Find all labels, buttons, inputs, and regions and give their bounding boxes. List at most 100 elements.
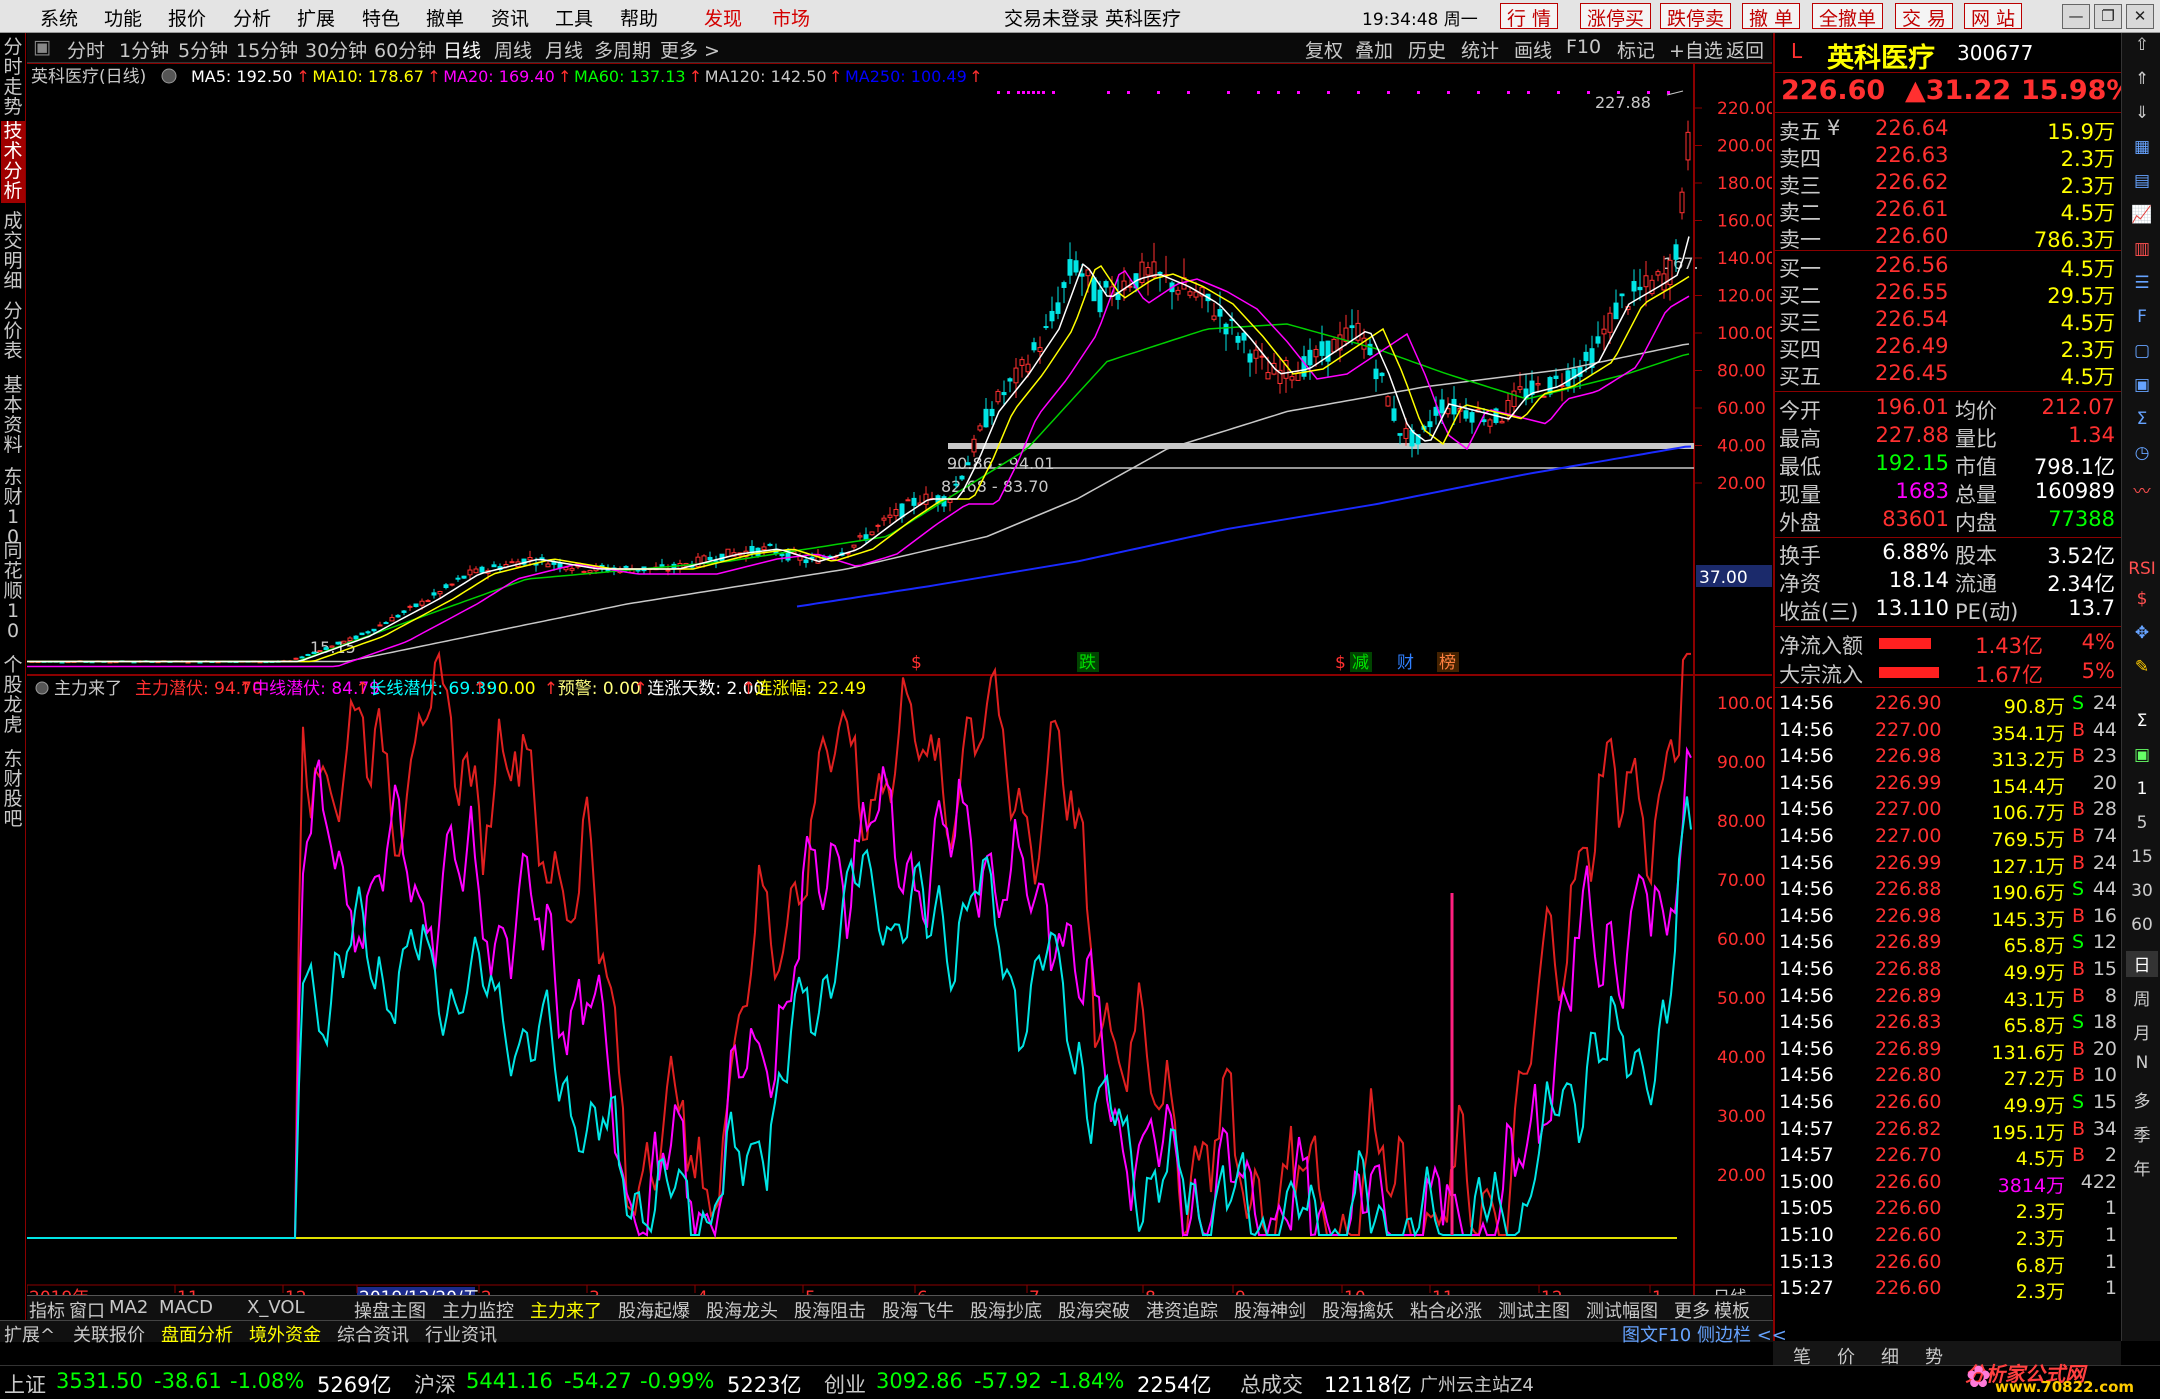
- tick-row[interactable]: 15:10 226.60 2.3万 1: [1775, 1224, 2121, 1250]
- tick-row[interactable]: 15:05 226.60 2.3万 1: [1775, 1197, 2121, 1223]
- tick-row[interactable]: 15:27 226.60 2.3万 1: [1775, 1277, 2121, 1303]
- tab-guba[interactable]: 东财股吧: [1, 749, 25, 831]
- period-weekly[interactable]: 周线: [494, 36, 532, 63]
- period-n[interactable]: N: [2126, 1053, 2158, 1079]
- website-button[interactable]: 网 站: [1964, 3, 2023, 30]
- limit-down-sell-button[interactable]: 跌停卖: [1660, 3, 1732, 30]
- tick-row[interactable]: 14:56 226.90 90.8万 S 24: [1775, 692, 2121, 718]
- ma-settings-icon[interactable]: [161, 68, 177, 84]
- period-60[interactable]: 60: [2126, 915, 2158, 941]
- period-quarter[interactable]: 季: [2126, 1121, 2158, 1147]
- tick-row[interactable]: 14:56 227.00 769.5万 B 74: [1775, 825, 2121, 851]
- menu-tools[interactable]: 工具: [555, 4, 593, 31]
- minimize-icon[interactable]: —: [2062, 4, 2090, 29]
- menu-quotes[interactable]: 报价: [168, 4, 206, 31]
- extension-tab[interactable]: 关联报价: [73, 1321, 145, 1347]
- period-60min[interactable]: 60分钟: [374, 36, 436, 63]
- restore-icon[interactable]: ❐: [2094, 4, 2122, 29]
- tick-row[interactable]: 14:56 227.00 354.1万 B 44: [1775, 719, 2121, 745]
- period-1-icon[interactable]: 1: [2126, 779, 2158, 805]
- tick-row[interactable]: 14:56 226.83 65.8万 S 18: [1775, 1011, 2121, 1037]
- history-button[interactable]: 历史: [1408, 36, 1446, 63]
- period-1min[interactable]: 1分钟: [119, 36, 169, 63]
- indicator-settings-icon[interactable]: [35, 681, 49, 695]
- formula-icon[interactable]: Σ: [2126, 409, 2158, 435]
- draw-button[interactable]: 画线: [1514, 36, 1552, 63]
- arrow-up-icon[interactable]: ⇧: [2126, 35, 2158, 61]
- cancel-all-button[interactable]: 全撤单: [1812, 3, 1884, 30]
- tab-dragon-tiger[interactable]: 个股龙虎: [1, 655, 25, 737]
- tick-row[interactable]: 14:56 226.89 65.8万 S 12: [1775, 931, 2121, 957]
- period-day[interactable]: 日: [2126, 951, 2158, 977]
- period-monthly[interactable]: 月线: [545, 36, 583, 63]
- bar-chart-icon[interactable]: ▥: [2126, 239, 2158, 265]
- menu-analysis[interactable]: 分析: [233, 4, 271, 31]
- menu-system[interactable]: 系统: [40, 4, 78, 31]
- stock-chart[interactable]: 英科医疗(日线) MA5: 192.50 ↑ MA10: 178.67 ↑ MA20: …: [27, 63, 1772, 1295]
- tick-row[interactable]: 14:56 226.88 49.9万 B 15: [1775, 958, 2121, 984]
- indicator-tab[interactable]: X_VOL: [247, 1297, 305, 1318]
- period-multi[interactable]: 多周期: [594, 36, 651, 63]
- period-5[interactable]: 5: [2126, 813, 2158, 839]
- menu-function[interactable]: 功能: [104, 4, 142, 31]
- tick-row[interactable]: 14:56 226.98 313.2万 B 23: [1775, 745, 2121, 771]
- period-month[interactable]: 月: [2126, 1019, 2158, 1045]
- period-5min[interactable]: 5分钟: [178, 36, 228, 63]
- trade-button[interactable]: 交 易: [1895, 3, 1954, 30]
- overlay-button[interactable]: 叠加: [1355, 36, 1393, 63]
- tick-row[interactable]: 15:00 226.60 3814万 422: [1775, 1171, 2121, 1197]
- period-more[interactable]: 更多 >: [660, 36, 720, 63]
- indicator-tab[interactable]: MA2: [109, 1297, 148, 1318]
- event-marker-5[interactable]: 财: [1397, 653, 1414, 673]
- line-chart-icon[interactable]: 📈: [2126, 205, 2158, 231]
- tick-row[interactable]: 14:56 227.00 106.7万 B 28: [1775, 798, 2121, 824]
- period-week[interactable]: 周: [2126, 985, 2158, 1011]
- extension-tab[interactable]: 境外资金: [249, 1321, 321, 1347]
- rsi-icon[interactable]: RSI: [2126, 559, 2158, 585]
- close-icon[interactable]: ✕: [2126, 4, 2154, 29]
- add-watchlist-button[interactable]: +自选: [1669, 36, 1723, 63]
- tick-row[interactable]: 14:56 226.88 190.6万 S 44: [1775, 878, 2121, 904]
- tab-price-table[interactable]: 分价表: [1, 301, 25, 363]
- table-icon[interactable]: ▤: [2126, 171, 2158, 197]
- tick-row[interactable]: 14:56 226.89 43.1万 B 8: [1775, 985, 2121, 1011]
- menu-market[interactable]: 市场: [772, 4, 810, 31]
- arrow-down-outline-icon[interactable]: ⇓: [2126, 103, 2158, 129]
- extension-tab[interactable]: 盘面分析: [161, 1321, 233, 1347]
- cancel-order-button[interactable]: 撤 单: [1742, 3, 1801, 30]
- tab-technical[interactable]: 技术分析: [1, 121, 25, 203]
- tick-row[interactable]: 14:57 226.70 4.5万 B 2: [1775, 1144, 2121, 1170]
- event-marker-2[interactable]: 跌: [1079, 653, 1096, 673]
- period-multi-side[interactable]: 多: [2126, 1087, 2158, 1113]
- clock-icon[interactable]: ◷: [2126, 443, 2158, 469]
- event-marker-3[interactable]: $: [1335, 653, 1346, 673]
- adjust-button[interactable]: 复权: [1305, 36, 1343, 63]
- grid-icon[interactable]: ▦: [2126, 137, 2158, 163]
- tab-ths10[interactable]: 同花顺10: [1, 541, 25, 645]
- period-daily[interactable]: 日线: [443, 36, 481, 63]
- tab-eastmoney10[interactable]: 东财10: [1, 467, 25, 547]
- dollar-icon[interactable]: $: [2126, 589, 2158, 615]
- indicator-tab[interactable]: MACD: [159, 1297, 213, 1318]
- menu-special[interactable]: 特色: [362, 4, 400, 31]
- tick-row[interactable]: 14:56 226.99 154.4万 20: [1775, 772, 2121, 798]
- event-marker-6[interactable]: 榜: [1439, 653, 1456, 673]
- wave-icon[interactable]: 〰: [2126, 477, 2158, 503]
- period-15[interactable]: 15: [2126, 847, 2158, 873]
- menu-news[interactable]: 资讯: [491, 4, 529, 31]
- menu-help[interactable]: 帮助: [620, 4, 658, 31]
- menu-extend[interactable]: 扩展: [297, 4, 335, 31]
- tick-row[interactable]: 14:56 226.98 145.3万 B 16: [1775, 905, 2121, 931]
- tab-trade-detail[interactable]: 成交明细: [1, 211, 25, 291]
- tick-row[interactable]: 14:57 226.82 195.1万 B 34: [1775, 1118, 2121, 1144]
- quote-button[interactable]: 行 情: [1500, 3, 1559, 30]
- f10-icon[interactable]: F: [2126, 307, 2158, 333]
- event-marker-4[interactable]: 减: [1352, 653, 1369, 673]
- f10-sidebar-toggle[interactable]: 图文F10 侧边栏 <<: [1622, 1321, 1787, 1347]
- list-icon[interactable]: ☰: [2126, 273, 2158, 299]
- period-year[interactable]: 年: [2126, 1155, 2158, 1181]
- limit-up-buy-button[interactable]: 涨停买: [1580, 3, 1652, 30]
- extension-tab[interactable]: 行业资讯: [425, 1321, 497, 1347]
- menu-cancel-order[interactable]: 撤单: [426, 4, 464, 31]
- pen-icon[interactable]: ✎: [2126, 657, 2158, 683]
